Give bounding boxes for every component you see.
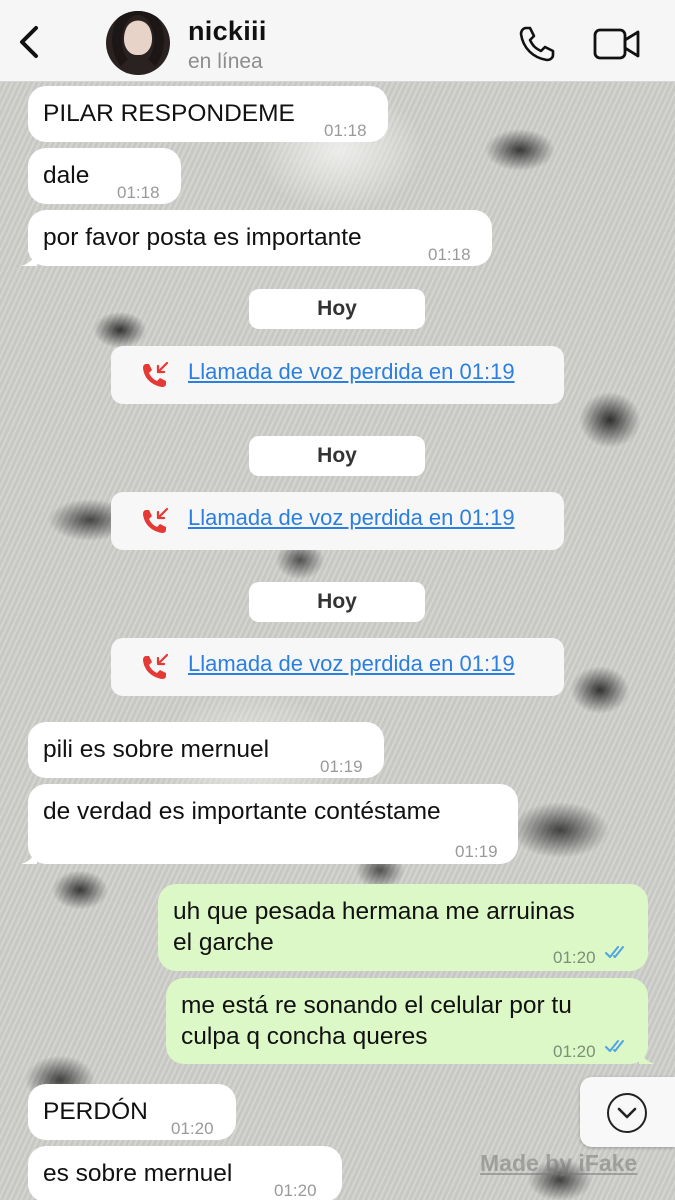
message-text: PERDÓN [43, 1098, 148, 1125]
message-text: uh que pesada hermana me arruinas el gar… [173, 896, 575, 958]
message-incoming[interactable]: dale 01:18 [28, 148, 181, 204]
watermark: Made by iFake [480, 1150, 638, 1176]
bubble-tail [21, 250, 37, 266]
message-time: 01:18 [324, 121, 367, 140]
missed-call-link[interactable]: Llamada de voz perdida en 01:19 [188, 505, 515, 531]
contact-status: en línea [188, 50, 263, 73]
date-separator: Hoy [249, 289, 425, 329]
message-text: por favor posta es importante [43, 224, 362, 251]
message-line: me está re sonando el celular por tu [181, 992, 572, 1019]
missed-call-icon [143, 507, 169, 533]
message-time: 01:20 [553, 1042, 596, 1061]
video-call-button[interactable] [593, 27, 641, 61]
message-time: 01:19 [455, 842, 498, 861]
back-button[interactable] [12, 22, 46, 62]
message-incoming[interactable]: es sobre mernuel 01:20 [28, 1146, 342, 1200]
message-text: pili es sobre mernuel [43, 736, 270, 763]
message-incoming[interactable]: pili es sobre mernuel 01:19 [28, 722, 384, 778]
date-separator: Hoy [249, 436, 425, 476]
contact-name[interactable]: nickiii [188, 16, 267, 47]
avatar[interactable] [106, 11, 170, 75]
message-text: de verdad es importante contéstame [43, 798, 441, 825]
missed-call-notice[interactable]: Llamada de voz perdida en 01:19 [111, 638, 564, 696]
phone-icon [519, 26, 555, 62]
scroll-to-bottom-button[interactable] [580, 1077, 675, 1147]
message-incoming[interactable]: de verdad es importante contéstame 01:19 [21, 784, 518, 864]
message-time: 01:18 [117, 183, 160, 202]
message-time: 01:20 [553, 948, 596, 967]
chat-header: nickiii en línea [0, 0, 675, 82]
message-time: 01:19 [320, 757, 363, 776]
chevron-left-icon [20, 26, 38, 58]
message-text: me está re sonando el celular por tu cul… [181, 990, 572, 1052]
chevron-down-icon [607, 1093, 647, 1133]
message-text: PILAR RESPONDEME [43, 100, 295, 127]
message-time: 01:20 [274, 1181, 317, 1200]
message-line: uh que pesada hermana me arruinas [173, 898, 575, 925]
missed-call-notice[interactable]: Llamada de voz perdida en 01:19 [111, 492, 564, 550]
bubble-tail [21, 848, 37, 864]
video-camera-icon [593, 28, 640, 60]
message-outgoing[interactable]: uh que pesada hermana me arruinas el gar… [158, 884, 648, 971]
message-time: 01:20 [171, 1119, 214, 1138]
missed-call-link[interactable]: Llamada de voz perdida en 01:19 [188, 359, 515, 385]
message-incoming[interactable]: por favor posta es importante 01:18 [21, 210, 492, 266]
voice-call-button[interactable] [517, 24, 557, 64]
message-line: culpa q concha queres [181, 1023, 428, 1050]
message-incoming[interactable]: PERDÓN 01:20 [28, 1084, 236, 1140]
date-separator: Hoy [249, 582, 425, 622]
read-ticks-icon [605, 946, 624, 958]
bubble-tail [639, 1048, 655, 1064]
missed-call-icon [143, 361, 169, 387]
message-line: el garche [173, 929, 274, 956]
message-text: dale [43, 162, 90, 189]
message-outgoing[interactable]: me está re sonando el celular por tu cul… [166, 978, 655, 1064]
message-text: es sobre mernuel [43, 1160, 233, 1187]
missed-call-notice[interactable]: Llamada de voz perdida en 01:19 [111, 346, 564, 404]
missed-call-icon [143, 653, 169, 679]
missed-call-link[interactable]: Llamada de voz perdida en 01:19 [188, 651, 515, 677]
message-incoming[interactable]: PILAR RESPONDEME 01:18 [28, 86, 388, 142]
read-ticks-icon [605, 1040, 624, 1052]
message-time: 01:18 [428, 245, 471, 264]
